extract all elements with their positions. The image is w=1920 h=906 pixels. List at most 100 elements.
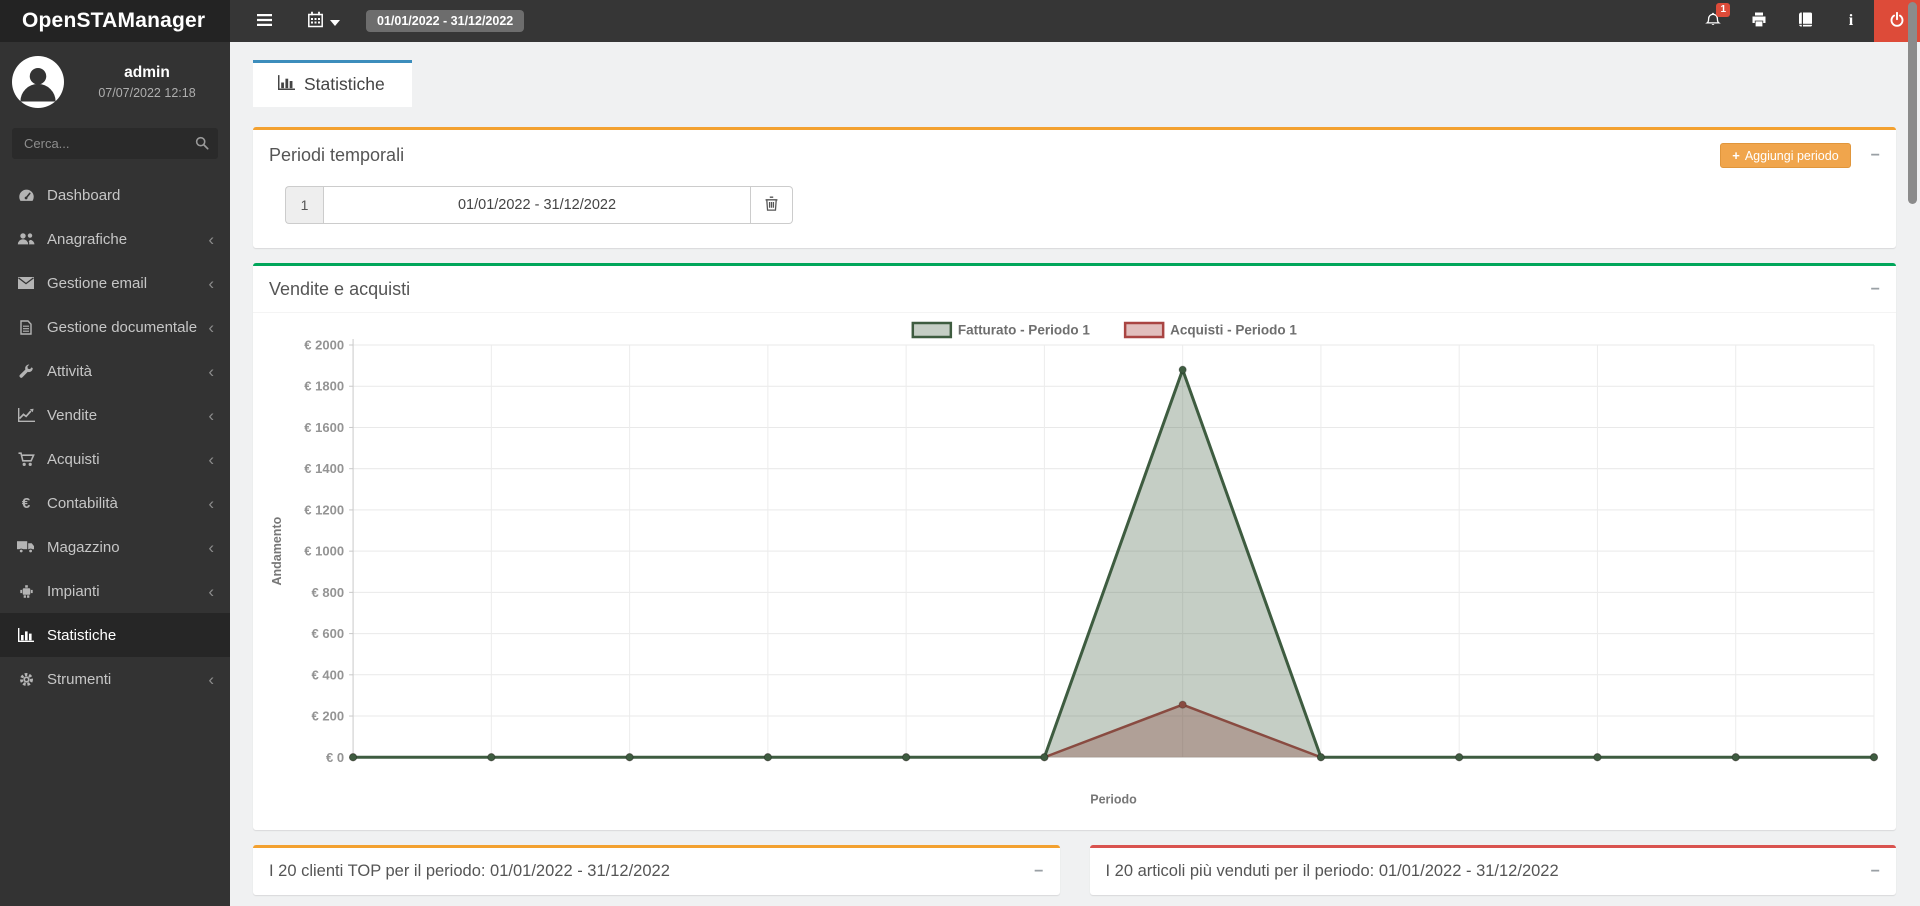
sales-chart-panel: Vendite e acquisti − € 0€ 200€ 400€ 600€… <box>253 263 1896 830</box>
sidebar-toggle-button[interactable] <box>242 0 287 42</box>
cart-icon <box>16 452 36 467</box>
sidebar-item-contabilita[interactable]: €Contabilità‹ <box>0 481 230 525</box>
svg-text:Fatturato - Periodo 1: Fatturato - Periodo 1 <box>958 323 1090 338</box>
sidebar-item-label: Gestione documentale <box>47 319 197 336</box>
euro-icon: € <box>16 496 36 511</box>
notification-badge: 1 <box>1716 3 1730 17</box>
top-articles-title: I 20 articoli più venduti per il periodo… <box>1106 862 1559 881</box>
sidebar-item-gestione-documentale[interactable]: Gestione documentale ‹ <box>0 305 230 349</box>
sidebar-item-label: Vendite <box>47 407 97 424</box>
tab-label: Statistiche <box>304 74 385 95</box>
sidebar-item-anagrafiche[interactable]: Anagrafiche‹ <box>0 217 230 261</box>
chevron-left-icon: ‹ <box>208 363 214 380</box>
sidebar-item-gestione-email[interactable]: Gestione email ‹ <box>0 261 230 305</box>
chevron-left-icon: ‹ <box>208 275 214 292</box>
delete-period-button[interactable] <box>751 186 793 224</box>
sidebar-search <box>12 128 218 159</box>
period-row: 1 <box>285 186 793 224</box>
sidebar-item-impianti[interactable]: Impianti‹ <box>0 569 230 613</box>
svg-text:€ 1200: € 1200 <box>304 502 344 517</box>
top-clients-title: I 20 clienti TOP per il periodo: 01/01/2… <box>269 862 670 881</box>
svg-text:€ 1400: € 1400 <box>304 461 344 476</box>
chevron-left-icon: ‹ <box>208 319 214 336</box>
add-period-label: Aggiungi periodo <box>1745 149 1839 163</box>
bottom-panels: I 20 clienti TOP per il periodo: 01/01/2… <box>253 845 1896 906</box>
sidebar-item-label: Magazzino <box>47 539 120 556</box>
sidebar-item-label: Attività <box>47 363 92 380</box>
top-articles-collapse-button[interactable]: − <box>1871 864 1880 880</box>
sidebar-item-label: Strumenti <box>47 671 111 688</box>
login-datetime: 07/07/2022 12:18 <box>76 86 218 100</box>
calendar-icon <box>307 11 324 31</box>
gear-icon <box>16 672 36 687</box>
svg-text:€ 1800: € 1800 <box>304 379 344 394</box>
navbar-left: 01/01/2022 - 31/12/2022 <box>230 0 524 42</box>
sidebar-item-label: Acquisti <box>47 451 100 468</box>
users-icon <box>16 232 36 246</box>
trash-icon <box>765 196 778 214</box>
sidebar-item-label: Statistiche <box>47 627 116 644</box>
sales-collapse-button[interactable]: − <box>1871 282 1880 298</box>
tab-statistiche[interactable]: Statistiche <box>253 60 412 107</box>
sidebar-menu: DashboardAnagrafiche‹Gestione email‹Gest… <box>0 173 230 701</box>
top-clients-collapse-button[interactable]: − <box>1034 864 1043 880</box>
svg-text:€ 1600: € 1600 <box>304 420 344 435</box>
chevron-down-icon <box>330 14 340 29</box>
tachometer-icon <box>16 188 36 203</box>
sidebar-item-vendite[interactable]: Vendite ‹ <box>0 393 230 437</box>
notifications-button[interactable]: 1 <box>1690 0 1736 42</box>
sidebar-item-label: Dashboard <box>47 187 120 204</box>
sales-chart: € 0€ 200€ 400€ 600€ 800€ 1000€ 1200€ 140… <box>253 313 1896 830</box>
hamburger-icon <box>256 13 273 30</box>
date-range-badge[interactable]: 01/01/2022 - 31/12/2022 <box>366 10 524 32</box>
search-submit-button[interactable] <box>192 133 212 156</box>
manual-button[interactable] <box>1782 0 1828 42</box>
sidebar-item-dashboard[interactable]: Dashboard <box>0 173 230 217</box>
sidebar-item-strumenti[interactable]: Strumenti‹ <box>0 657 230 701</box>
svg-text:€ 200: € 200 <box>312 709 345 724</box>
chart-line-icon <box>16 408 36 422</box>
brand-logo[interactable]: OpenSTAManager <box>0 0 230 42</box>
search-input[interactable] <box>12 128 218 159</box>
periods-collapse-button[interactable]: − <box>1871 148 1880 164</box>
periods-panel-title: Periodi temporali <box>269 145 404 166</box>
chevron-left-icon: ‹ <box>208 539 214 556</box>
svg-text:€ 2000: € 2000 <box>304 338 344 353</box>
user-panel: admin 07/07/2022 12:18 <box>0 42 230 118</box>
top-articles-panel: I 20 articoli più venduti per il periodo… <box>1090 845 1897 895</box>
info-button[interactable]: i <box>1828 0 1874 42</box>
sidebar-item-label: Impianti <box>47 583 100 600</box>
printer-icon <box>1751 12 1767 30</box>
sidebar-item-acquisti[interactable]: Acquisti ‹ <box>0 437 230 481</box>
period-daterange-input[interactable] <box>323 186 751 224</box>
sidebar-item-label: Anagrafiche <box>47 231 127 248</box>
periods-panel: Periodi temporali + Aggiungi periodo − 1 <box>253 127 1896 248</box>
robot-icon <box>16 584 36 599</box>
search-icon <box>195 138 209 153</box>
avatar[interactable] <box>12 56 64 108</box>
page-scrollbar[interactable] <box>1908 2 1917 204</box>
sidebar-item-statistiche[interactable]: Statistiche <box>0 613 230 657</box>
user-icon <box>16 61 60 108</box>
plus-icon: + <box>1732 148 1740 163</box>
svg-text:Acquisti - Periodo 1: Acquisti - Periodo 1 <box>1170 323 1297 338</box>
chevron-left-icon: ‹ <box>208 451 214 468</box>
chevron-left-icon: ‹ <box>208 407 214 424</box>
print-button[interactable] <box>1736 0 1782 42</box>
main-content: Statistiche Periodi temporali + Aggiungi… <box>230 42 1920 906</box>
svg-text:€ 800: € 800 <box>312 585 345 600</box>
document-icon <box>16 320 36 335</box>
add-period-button[interactable]: + Aggiungi periodo <box>1720 143 1850 168</box>
sidebar-item-magazzino[interactable]: Magazzino ‹ <box>0 525 230 569</box>
sales-panel-title: Vendite e acquisti <box>269 279 410 300</box>
sidebar-item-attivita[interactable]: Attività ‹ <box>0 349 230 393</box>
sidebar-item-label: Contabilità <box>47 495 118 512</box>
sidebar-item-label: Gestione email <box>47 275 147 292</box>
sales-area-chart[interactable]: € 0€ 200€ 400€ 600€ 800€ 1000€ 1200€ 140… <box>265 321 1884 821</box>
sidebar: admin 07/07/2022 12:18 Dashboard Anagrafi… <box>0 42 230 906</box>
top-navbar: OpenSTAManager 01/01/2022 - 31/12/2022 1… <box>0 0 1920 42</box>
book-icon <box>1798 12 1813 30</box>
calendar-menu-button[interactable] <box>293 0 354 42</box>
envelope-icon <box>16 277 36 289</box>
svg-text:€ 600: € 600 <box>312 626 345 641</box>
